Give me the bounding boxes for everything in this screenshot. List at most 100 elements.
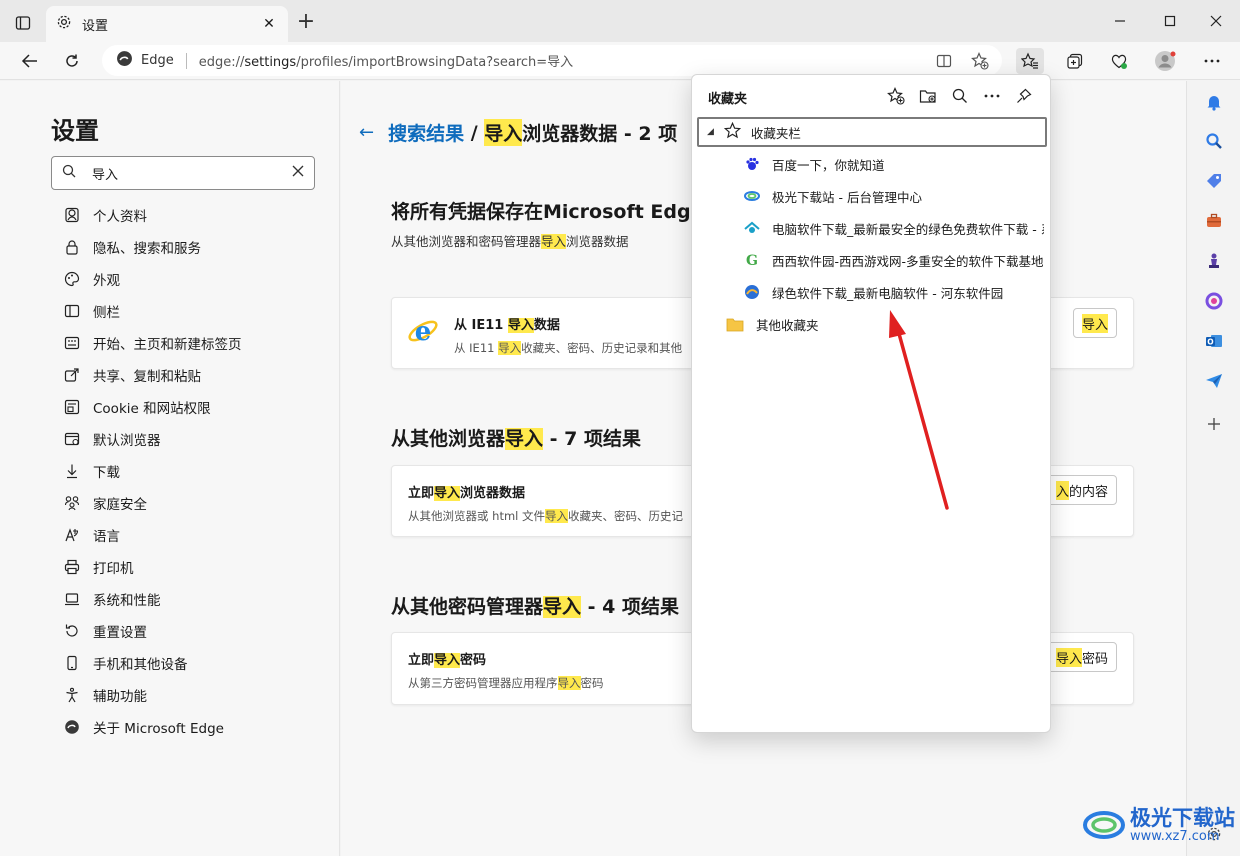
import-passwords-button[interactable]: 导入 密码: [1046, 642, 1117, 672]
card-passwords-title: 立即导入密码: [408, 653, 487, 668]
back-arrow-icon[interactable]: ←: [359, 122, 374, 143]
favorite-item[interactable]: 电脑软件下载_最新最安全的绿色免费软件下载 - 系: [744, 216, 1044, 240]
browser-icon: [63, 430, 81, 448]
sidebar-item[interactable]: 隐私、搜索和服务: [63, 231, 242, 263]
maximize-icon[interactable]: [1158, 10, 1182, 32]
folder-icon: [726, 316, 744, 332]
send-paper-plane-icon[interactable]: [1203, 370, 1225, 392]
breadcrumb-separator: /: [464, 121, 485, 144]
baidu-icon: [744, 156, 760, 172]
settings-search-input[interactable]: 导入: [51, 156, 315, 190]
section-title-credentials: 将所有凭据保存在Microsoft Edg: [391, 201, 691, 223]
favorites-toolbar: [876, 85, 1036, 107]
sidebar-search-icon[interactable]: [1203, 130, 1225, 152]
sidebar-item-label: 关于 Microsoft Edge: [93, 721, 224, 737]
edge-logo-icon: [116, 50, 133, 71]
pin-icon[interactable]: [1012, 85, 1036, 107]
breadcrumb: ← 搜索结果 / 导入 浏览器数据 - 2 项: [359, 119, 677, 146]
sidebar-item[interactable]: 打印机: [63, 551, 242, 583]
back-icon[interactable]: [16, 48, 44, 74]
ie-logo-icon: e: [406, 314, 440, 352]
add-sidebar-icon[interactable]: [1203, 413, 1225, 435]
url-host: settings: [244, 55, 297, 70]
window-close-icon[interactable]: [1204, 10, 1228, 32]
tab-settings[interactable]: 设置 ✕: [46, 6, 288, 42]
minimize-icon[interactable]: [1108, 10, 1132, 32]
favorite-item[interactable]: 百度一下，你就知道: [744, 152, 1044, 176]
sidebar-item-label: 手机和其他设备: [93, 657, 188, 673]
aurora-logo-icon: [1082, 803, 1126, 847]
url-text[interactable]: edge://settings/profiles/importBrowsingD…: [199, 51, 573, 70]
sidebar-item-label: 系统和性能: [93, 593, 161, 609]
sidebar-item[interactable]: 侧栏: [63, 295, 242, 327]
search-icon: [62, 164, 76, 182]
games-chess-icon[interactable]: [1203, 250, 1225, 272]
browser-essentials-icon[interactable]: [1105, 48, 1133, 74]
tools-briefcase-icon[interactable]: [1203, 210, 1225, 232]
edge-sidebar: O: [1186, 81, 1240, 856]
phone-icon: [63, 654, 81, 672]
more-icon[interactable]: [1198, 48, 1226, 74]
search-favorites-icon[interactable]: [948, 85, 972, 107]
section-title-other-browsers: 从其他浏览器导入 - 7 项结果: [391, 428, 641, 450]
sidebar-item[interactable]: 外观: [63, 263, 242, 295]
add-favorite-icon[interactable]: [966, 48, 994, 74]
tab-actions-icon[interactable]: [12, 12, 34, 34]
microsoft-365-icon[interactable]: [1203, 290, 1225, 312]
sidebar-item[interactable]: 关于 Microsoft Edge: [63, 711, 242, 743]
shopping-tag-icon[interactable]: [1203, 170, 1225, 192]
breadcrumb-search-results[interactable]: 搜索结果: [388, 119, 464, 146]
card-passwords-desc: 从第三方密码管理器应用程序导入密码: [408, 676, 604, 690]
settings-sidebar: 设置 导入 个人资料隐私、搜索和服务外观 侧栏 开始、主页和新建标签页共享、复制和粘…: [0, 81, 340, 856]
sidebar-item[interactable]: 家庭安全: [63, 487, 242, 519]
sidebar-item-label: Cookie 和网站权限: [93, 401, 211, 417]
reading-view-icon[interactable]: [930, 48, 958, 74]
profile-avatar[interactable]: [1151, 48, 1179, 74]
sidebar-item-label: 默认浏览器: [93, 433, 161, 449]
favorite-item[interactable]: 极光下载站 - 后台管理中心: [744, 184, 1044, 208]
other-favorites-folder[interactable]: 其他收藏夹: [726, 312, 819, 336]
expand-triangle-icon[interactable]: ◢: [707, 127, 714, 137]
sidebar-item[interactable]: Cookie 和网站权限: [63, 391, 242, 423]
outlook-icon[interactable]: O: [1203, 330, 1225, 352]
settings-title: 设置: [51, 117, 99, 145]
sidebar-item[interactable]: 开始、主页和新建标签页: [63, 327, 242, 359]
sidebar-item[interactable]: 重置设置: [63, 615, 242, 647]
import-ie11-button[interactable]: 导入: [1072, 308, 1117, 338]
notification-bell-icon[interactable]: [1203, 91, 1225, 113]
more-options-icon[interactable]: [980, 85, 1004, 107]
address-separator: [185, 52, 187, 69]
sidebar-item[interactable]: 手机和其他设备: [63, 647, 242, 679]
add-folder-icon[interactable]: [916, 85, 940, 107]
favorites-icon[interactable]: [1016, 48, 1044, 74]
sidebar-item[interactable]: 系统和性能: [63, 583, 242, 615]
sidebar-item[interactable]: 下载: [63, 455, 242, 487]
sidebar-item-label: 共享、复制和粘贴: [93, 369, 201, 385]
favorites-bar-folder[interactable]: ◢ 收藏夹栏: [697, 117, 1047, 147]
breadcrumb-current: 浏览器数据 - 2 项: [522, 123, 678, 145]
laptop-icon: [63, 590, 81, 608]
new-tab-button[interactable]: +: [296, 11, 316, 33]
sidebar-item-label: 隐私、搜索和服务: [93, 241, 201, 257]
import-content-button[interactable]: 入的内容: [1046, 475, 1117, 505]
sidebar-item[interactable]: 辅助功能: [63, 679, 242, 711]
gear-icon: [56, 14, 72, 34]
lock-icon: [63, 238, 81, 256]
tab-strip: 设置 ✕ +: [0, 0, 1240, 42]
site-watermark: 极光下载站 www.xz7.com: [1082, 803, 1235, 847]
favorite-item[interactable]: 绿色软件下载_最新电脑软件 - 河东软件园: [744, 280, 1044, 304]
add-page-favorite-icon[interactable]: [884, 85, 908, 107]
sidebar-item[interactable]: 个人资料: [63, 199, 242, 231]
palette-icon: [63, 270, 81, 288]
collections-icon[interactable]: [1061, 48, 1089, 74]
refresh-icon[interactable]: [58, 48, 86, 74]
card-browser-desc: 从其他浏览器或 html 文件导入收藏夹、密码、历史记: [408, 509, 684, 523]
close-icon[interactable]: ✕: [260, 15, 278, 33]
clear-search-icon[interactable]: [292, 165, 304, 181]
sidebar-item[interactable]: 默认浏览器: [63, 423, 242, 455]
address-bar[interactable]: Edge edge://settings/profiles/importBrow…: [102, 45, 1002, 76]
sidebar-item[interactable]: 共享、复制和粘贴: [63, 359, 242, 391]
favorite-item[interactable]: G 西西软件园-西西游戏网-多重安全的软件下载基地: [744, 248, 1044, 272]
edge-icon: [63, 718, 81, 736]
sidebar-item[interactable]: 语言: [63, 519, 242, 551]
